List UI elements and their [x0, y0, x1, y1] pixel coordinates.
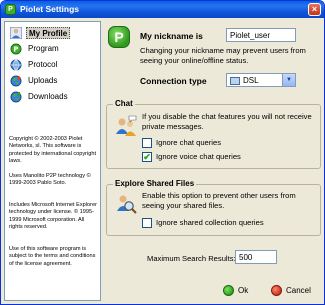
chat-description: If you disable the chat features you wil…: [142, 112, 312, 131]
magnifier-user-icon: [117, 195, 137, 214]
user-profile-icon: [10, 27, 22, 39]
nickname-label: My nickname is: [140, 31, 203, 41]
sidebar-item-label: Downloads: [28, 92, 68, 101]
settings-window: P Piolet Settings × My Profile P Program: [0, 0, 325, 305]
ok-icon: [223, 285, 234, 296]
ok-button[interactable]: Ok: [223, 285, 263, 297]
sidebar: My Profile P Program Protocol Uploads Do…: [4, 21, 101, 301]
protocol-icon: [10, 59, 22, 71]
svg-text:P: P: [13, 46, 18, 54]
explore-group-title: Explore Shared Files: [113, 179, 197, 188]
ignore-chat-label[interactable]: Ignore chat queries: [156, 138, 221, 147]
piolet-logo: P: [108, 26, 130, 48]
chevron-down-icon[interactable]: ▼: [282, 74, 295, 86]
chat-group: Chat If you disable the chat features yo…: [106, 99, 321, 169]
chat-group-title: Chat: [113, 99, 135, 108]
uploads-globe-icon: [10, 75, 22, 87]
connection-type-value: DSL: [243, 76, 259, 85]
ignore-chat-checkbox[interactable]: [142, 138, 152, 148]
ignore-voice-chat-checkbox[interactable]: ✔: [142, 152, 152, 162]
close-button[interactable]: ×: [308, 3, 321, 16]
ignore-voice-chat-label[interactable]: Ignore voice chat queries: [156, 152, 241, 161]
sidebar-item-downloads[interactable]: Downloads: [8, 90, 98, 105]
ignore-shared-collection-label[interactable]: Ignore shared collection queries: [156, 218, 264, 227]
max-search-results-label: Maximum Search Results:: [147, 254, 236, 263]
connection-type-select[interactable]: DSL ▼: [226, 73, 296, 87]
explore-shared-files-group: Explore Shared Files Enable this option …: [106, 179, 321, 236]
ok-button-label: Ok: [238, 286, 249, 295]
nickname-note: Changing your nickname may prevent users…: [140, 46, 306, 65]
ignore-shared-collection-checkbox[interactable]: [142, 218, 152, 228]
cancel-icon: [271, 285, 282, 296]
sidebar-item-uploads[interactable]: Uploads: [8, 74, 98, 89]
network-icon: [230, 77, 240, 85]
cancel-button[interactable]: Cancel: [271, 285, 321, 297]
cancel-button-label: Cancel: [286, 286, 311, 295]
chat-users-icon: [116, 115, 137, 136]
sidebar-item-protocol[interactable]: Protocol: [8, 58, 98, 73]
max-search-results-input[interactable]: 500: [235, 250, 277, 264]
connection-type-label: Connection type: [140, 76, 207, 86]
app-icon: P: [5, 4, 16, 15]
window-title: Piolet Settings: [20, 4, 80, 14]
sidebar-item-my-profile[interactable]: My Profile: [8, 26, 98, 41]
downloads-globe-icon: [10, 91, 22, 103]
microsoft-notice: Includes Microsoft Internet Explorer tec…: [9, 202, 97, 230]
license-notice: Use of this software program is subject …: [9, 246, 96, 267]
copyright-notice: Copyright © 2002-2003 Piolet Networks, s…: [9, 136, 97, 164]
sidebar-item-label: My Profile: [26, 27, 71, 39]
title-bar[interactable]: P Piolet Settings ×: [1, 1, 324, 18]
sidebar-item-label: Uploads: [28, 76, 58, 85]
program-icon: P: [10, 43, 22, 55]
nickname-input[interactable]: Piolet_user: [226, 28, 296, 42]
sidebar-item-label: Protocol: [28, 60, 58, 69]
manolito-notice: Uses Manolito P2P technology © 1999-2003…: [9, 173, 91, 187]
sidebar-item-program[interactable]: P Program: [8, 42, 98, 57]
explore-description: Enable this option to prevent other user…: [142, 191, 296, 210]
sidebar-item-label: Program: [28, 44, 59, 53]
